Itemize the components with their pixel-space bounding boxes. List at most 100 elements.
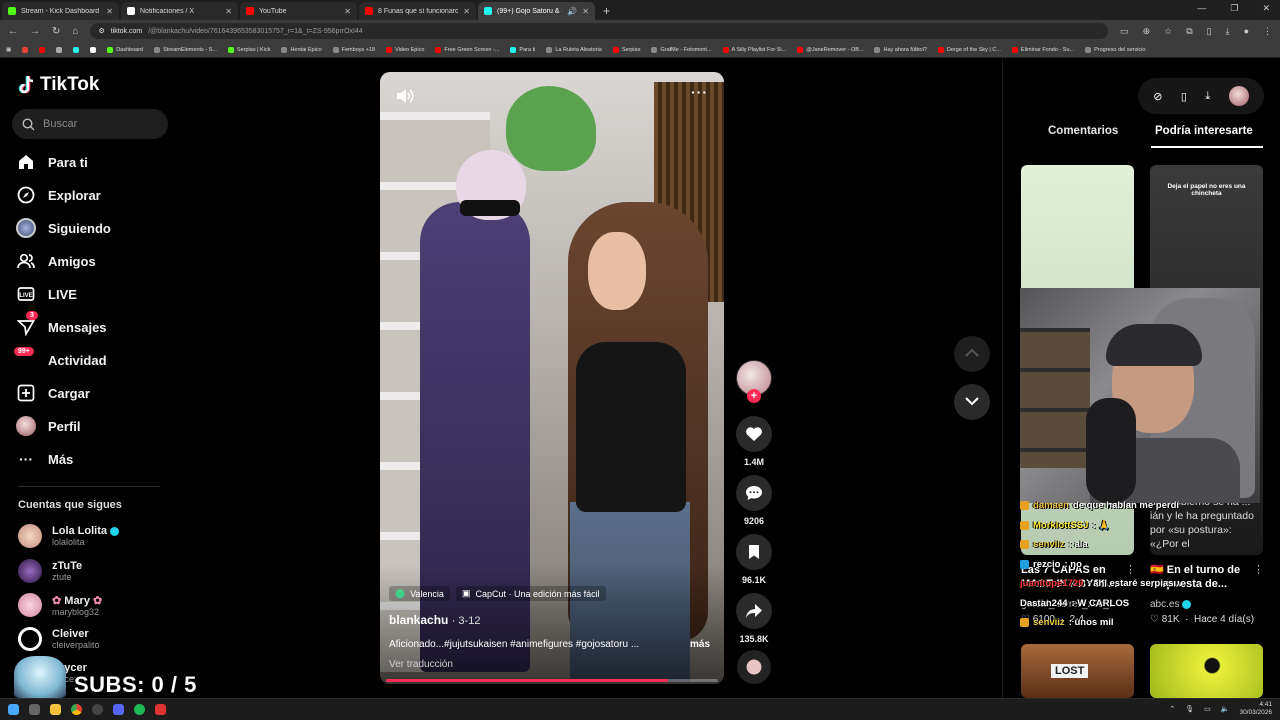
app-icon[interactable] <box>155 704 166 715</box>
nav-mas[interactable]: ··· Más <box>16 449 73 469</box>
microphone-icon[interactable]: 🎙 <box>1185 705 1194 713</box>
share-button[interactable]: 135.8K <box>736 593 772 644</box>
video-progress-bar[interactable] <box>386 679 718 682</box>
bookmark[interactable]: Eliminar Fondo - Su... <box>1011 46 1074 53</box>
nav-live[interactable]: LIVE LIVE <box>16 284 77 304</box>
browser-tab-active[interactable]: (99+) Gojo Satoru & Suku 🔊 ✕ <box>478 2 595 20</box>
bookmark[interactable]: Progreso del servicio <box>1085 46 1145 53</box>
nav-mensajes[interactable]: 3 Mensajes <box>16 311 107 337</box>
windows-start-icon[interactable] <box>8 704 19 715</box>
sidebar-icon[interactable]: ▯ <box>1207 26 1212 37</box>
bookmark[interactable]: La Ruleta Aleatoria <box>546 46 602 53</box>
following-account[interactable]: Cleiver cleiverpalito <box>18 627 100 651</box>
following-account[interactable]: ✿ Mary ✿ maryblog32 <box>18 593 102 617</box>
bookmark[interactable]: Hay ahora fútbol? <box>874 46 927 53</box>
bookmark[interactable]: Para ti <box>510 46 535 53</box>
reload-icon[interactable]: ↻ <box>52 26 60 37</box>
card-more-icon[interactable]: ⋮ <box>1253 563 1264 576</box>
explore-icon[interactable]: ⊘ <box>1153 90 1162 103</box>
download-icon[interactable]: ⤓ <box>1205 90 1210 103</box>
previous-video-button[interactable] <box>954 336 990 372</box>
chrome-icon[interactable] <box>71 704 82 715</box>
zoom-icon[interactable]: ⊕ <box>1143 26 1151 37</box>
translate-button[interactable]: Ver traducción <box>389 659 453 670</box>
discord-icon[interactable] <box>113 704 124 715</box>
cast-icon[interactable]: ▭ <box>1120 26 1129 37</box>
nav-cargar[interactable]: Cargar <box>16 383 90 403</box>
capcut-chip[interactable]: ▣ CapCut · Una edición más fácil <box>456 586 606 601</box>
bookmark[interactable] <box>90 46 97 53</box>
spotify-icon[interactable] <box>134 704 145 715</box>
bookmark[interactable] <box>56 46 63 53</box>
extensions-icon[interactable]: ⧉ <box>1186 26 1192 37</box>
bookmark[interactable]: StreamElements - S... <box>154 46 217 53</box>
close-window-icon[interactable]: ✕ <box>1262 3 1270 14</box>
suggested-video-thumbnail[interactable]: LOST <box>1021 644 1134 698</box>
search-icon[interactable] <box>29 704 40 715</box>
obs-icon[interactable] <box>92 704 103 715</box>
download-icon[interactable]: ⤓ <box>1226 26 1230 37</box>
author-name[interactable]: blankachu <box>389 613 448 627</box>
caption-more-button[interactable]: más <box>690 639 710 650</box>
nav-amigos[interactable]: Amigos <box>16 251 96 271</box>
comment-button[interactable]: 9206 <box>736 475 772 526</box>
nav-para-ti[interactable]: Para ti <box>16 152 88 172</box>
volume-icon[interactable]: 🔈 <box>1221 705 1230 713</box>
maximize-icon[interactable]: ❐ <box>1230 3 1238 14</box>
close-tab-icon[interactable]: ✕ <box>344 7 351 16</box>
bookmark[interactable] <box>22 46 29 53</box>
bookmark[interactable]: Serpias <box>612 46 640 53</box>
bookmark[interactable] <box>39 46 46 53</box>
search-input[interactable]: Buscar <box>12 109 168 139</box>
bookmark[interactable]: A Silly Playlist For Si... <box>722 46 786 53</box>
apps-icon[interactable]: ▦ <box>6 47 11 53</box>
video-player[interactable]: ··· ⬤ Valencia ▣ CapCut · Una edición má… <box>380 72 724 684</box>
follow-button[interactable]: + <box>747 389 761 403</box>
close-tab-icon[interactable]: ✕ <box>225 7 232 16</box>
nav-perfil[interactable]: Perfil <box>16 416 81 436</box>
tab-comments[interactable]: Comentarios <box>1048 125 1118 137</box>
network-icon[interactable]: ▭ <box>1204 705 1211 713</box>
bookmark[interactable]: Hentai Epico <box>281 46 322 53</box>
tray-arrow-icon[interactable]: ⌃ <box>1169 705 1175 713</box>
browser-tab[interactable]: Notificaciones / X ✕ <box>121 2 238 20</box>
bookmark[interactable]: Free Green Screen -... <box>435 46 499 53</box>
location-chip[interactable]: ⬤ Valencia <box>389 586 450 601</box>
nav-actividad[interactable]: 99+ Actividad <box>14 347 107 370</box>
browser-tab[interactable]: Stream - Kick Dashboard ✕ <box>2 2 119 20</box>
file-explorer-icon[interactable] <box>50 704 61 715</box>
bookmark[interactable] <box>73 46 80 53</box>
bookmark[interactable]: Femboys +18 <box>332 46 375 53</box>
nav-siguiendo[interactable]: Siguiendo <box>16 218 111 238</box>
video-more-options-icon[interactable]: ··· <box>691 84 708 100</box>
following-account[interactable]: Lola Lolita lolalolita <box>18 524 119 548</box>
browser-tab[interactable]: 8 Funas que sí funcionaron y q ✕ <box>359 2 476 20</box>
tiktok-logo[interactable]: TikTok <box>18 74 99 96</box>
like-button[interactable]: 1.4M <box>736 416 772 467</box>
tab-suggested[interactable]: Podría interesarte <box>1155 125 1253 137</box>
forward-icon[interactable]: → <box>30 26 40 37</box>
minimize-icon[interactable]: — <box>1197 3 1206 14</box>
volume-icon[interactable] <box>396 88 414 109</box>
following-account[interactable]: zTuTe ztute <box>18 559 82 583</box>
site-info-icon[interactable]: ⚙ <box>98 27 104 35</box>
profile-avatar-icon[interactable] <box>1228 86 1249 106</box>
device-icon[interactable]: ▯ <box>1181 90 1187 103</box>
bookmark[interactable]: @JaneRemover - OB... <box>797 46 863 53</box>
bookmark[interactable]: Dashboard <box>107 46 143 53</box>
bookmark[interactable]: GrafMe - Fotomont... <box>651 46 712 53</box>
close-tab-icon[interactable]: ✕ <box>463 7 470 16</box>
home-icon[interactable]: ⌂ <box>72 26 78 37</box>
audio-icon[interactable]: 🔊 <box>567 7 577 16</box>
next-video-button[interactable] <box>954 384 990 420</box>
bookmark[interactable]: Derge of the Sky | C... <box>937 46 1001 53</box>
close-tab-icon[interactable]: ✕ <box>106 7 113 16</box>
bookmark-star-icon[interactable]: ☆ <box>1164 26 1172 37</box>
browser-tab[interactable]: YouTube ✕ <box>240 2 357 20</box>
profile-icon[interactable]: ● <box>1244 26 1249 37</box>
bookmark[interactable]: Video Epico <box>386 46 424 53</box>
clock[interactable]: 4:41 30/03/2026 <box>1239 701 1272 717</box>
close-tab-icon[interactable]: ✕ <box>582 7 589 16</box>
url-field[interactable]: ⚙ tiktok.com /@blankachu/video/7616439653… <box>90 23 1109 39</box>
menu-icon[interactable]: ⋮ <box>1263 26 1272 37</box>
